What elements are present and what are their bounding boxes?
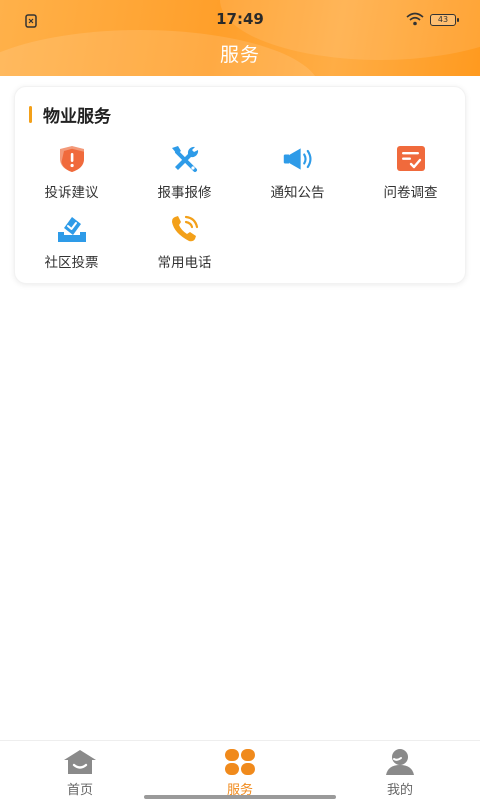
header: 43 17:49 服务 xyxy=(0,0,480,76)
service-item-label: 问卷调查 xyxy=(383,185,438,201)
section-accent-bar xyxy=(29,105,32,123)
shield-alert-icon xyxy=(56,143,88,175)
service-item-label: 投诉建议 xyxy=(44,185,99,201)
service-item-label: 通知公告 xyxy=(270,185,325,201)
service-item-vote[interactable]: 社区投票 xyxy=(15,213,128,275)
user-icon xyxy=(382,747,418,777)
service-item-label: 报事报修 xyxy=(157,185,212,201)
clover-grid-icon xyxy=(222,747,258,777)
tab-home[interactable]: 首页 xyxy=(0,741,160,800)
service-item-repair[interactable]: 报事报修 xyxy=(128,143,241,205)
phone-icon xyxy=(169,213,201,245)
survey-icon xyxy=(395,143,427,175)
service-item-phone[interactable]: 常用电话 xyxy=(128,213,241,275)
service-item-label: 常用电话 xyxy=(157,255,212,271)
repair-tools-icon xyxy=(169,143,201,175)
home-icon xyxy=(62,747,98,777)
megaphone-icon xyxy=(282,143,314,175)
service-item-survey[interactable]: 问卷调查 xyxy=(354,143,467,205)
tab-service[interactable]: 服务 xyxy=(160,741,320,800)
service-item-complaint[interactable]: 投诉建议 xyxy=(15,143,128,205)
section-title: 物业服务 xyxy=(43,106,111,127)
bottom-tab-bar: 首页 服务 我的 xyxy=(0,740,480,800)
vote-box-icon xyxy=(56,213,88,245)
section-header: 物业服务 xyxy=(29,103,111,127)
service-item-notice[interactable]: 通知公告 xyxy=(241,143,354,205)
tab-label: 首页 xyxy=(66,783,93,798)
page-title: 服务 xyxy=(219,44,260,66)
status-time: 17:49 xyxy=(216,10,264,28)
property-service-card: 物业服务 投诉建议 报事报修 通知公告 问卷调查 社区投票 常用电话 xyxy=(14,86,466,284)
screen: 43 17:49 服务 物业服务 投诉建议 报事报修 通知公告 问卷调查 社区投… xyxy=(0,0,480,800)
service-item-label: 社区投票 xyxy=(44,255,99,271)
home-indicator[interactable] xyxy=(144,795,336,799)
tab-mine[interactable]: 我的 xyxy=(320,741,480,800)
tab-label: 我的 xyxy=(386,783,413,798)
